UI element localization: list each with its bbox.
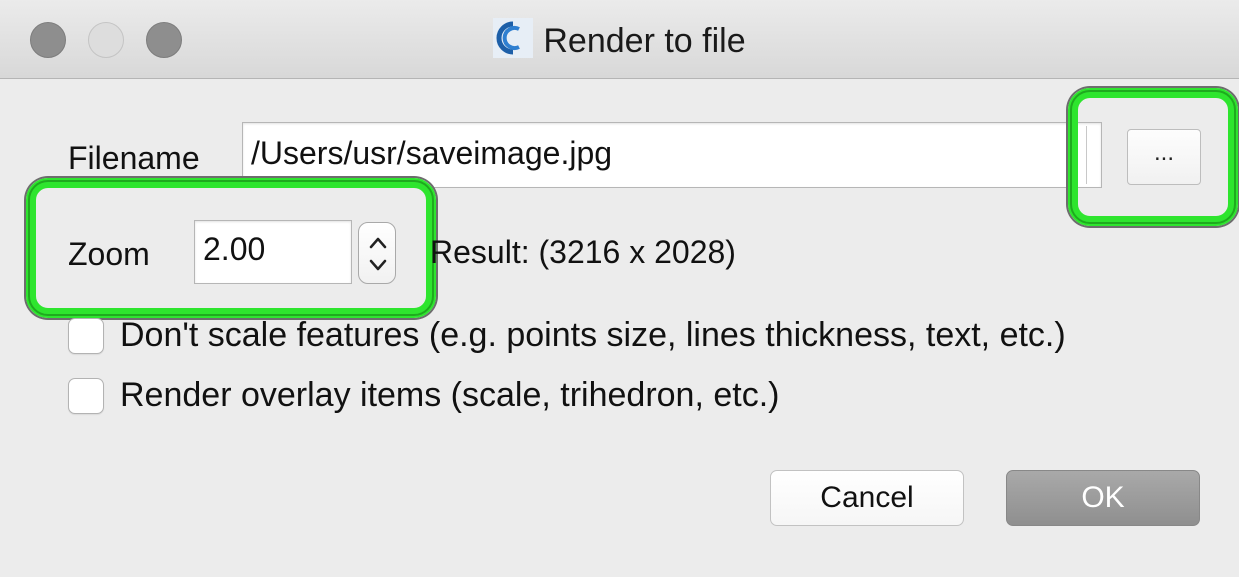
zoom-field[interactable]: 2.00 [194,220,352,284]
zoom-stepper[interactable] [358,222,396,284]
window-title: Render to file [543,22,746,60]
result-size-label: Result: (3216 x 2028) [430,234,736,270]
render-to-file-dialog: Render to file Filename /Users/usr/savei… [0,0,1239,577]
zoom-label: Zoom [68,236,150,272]
stepper-arrows-icon [369,237,387,271]
cancel-button[interactable]: Cancel [770,470,964,526]
cloudcompare-logo-icon [493,18,534,58]
window-title-group: Render to file [0,18,1239,63]
ok-button[interactable]: OK [1006,470,1200,526]
render-overlay-items-checkbox[interactable] [68,378,104,414]
render-overlay-items-label[interactable]: Render overlay items (scale, trihedron, … [120,374,779,416]
dont-scale-features-checkbox[interactable] [68,318,104,354]
dont-scale-features-label[interactable]: Don't scale features (e.g. points size, … [120,314,1066,356]
filename-label: Filename [68,140,200,176]
browse-button[interactable]: ... [1127,129,1201,185]
title-bar[interactable]: Render to file [0,0,1239,79]
